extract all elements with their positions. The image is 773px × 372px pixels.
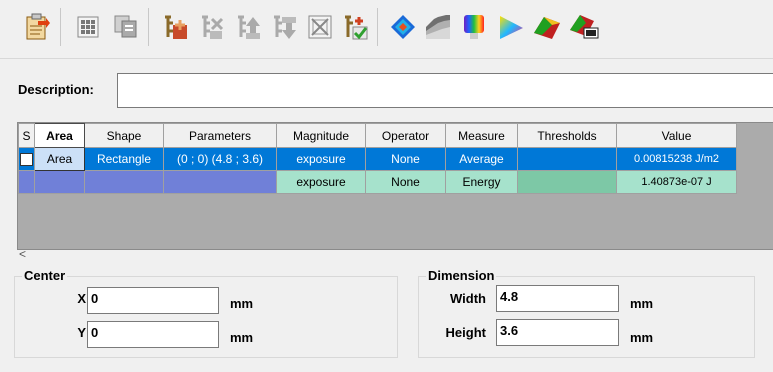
magnitude-cell[interactable]: exposure <box>276 170 366 194</box>
x-label: X <box>77 291 86 306</box>
color-map-icon[interactable] <box>386 10 420 44</box>
measure-cell[interactable]: Energy <box>445 170 518 194</box>
column-header-parameters[interactable]: Parameters <box>163 123 277 148</box>
surface-3d-icon[interactable] <box>530 10 564 44</box>
area-cell[interactable] <box>34 170 85 194</box>
select-checkbox[interactable] <box>18 147 35 171</box>
move-down-icon[interactable] <box>267 10 301 44</box>
thresholds-cell[interactable] <box>517 147 617 171</box>
validate-icon[interactable] <box>338 10 372 44</box>
column-header-shape[interactable]: Shape <box>84 123 164 148</box>
column-header-area[interactable]: Area <box>34 123 85 148</box>
y-input[interactable]: 0 <box>87 321 219 348</box>
grid-icon[interactable] <box>71 10 105 44</box>
column-header-thresholds[interactable]: Thresholds <box>517 123 617 148</box>
parameters-cell[interactable]: (0 ; 0) (4.8 ; 3.6) <box>163 147 277 171</box>
height-label: Height <box>445 325 486 340</box>
histogram-icon[interactable] <box>421 10 455 44</box>
measure-cell[interactable]: Average <box>445 147 518 171</box>
shape-cell[interactable] <box>84 170 164 194</box>
height-unit: mm <box>630 330 654 345</box>
select-cell[interactable] <box>18 170 35 194</box>
color-triangle-icon[interactable] <box>494 10 528 44</box>
copy-icon[interactable] <box>109 10 143 44</box>
move-up-icon[interactable] <box>231 10 265 44</box>
width-input[interactable]: 4.8 <box>496 285 619 312</box>
spectrum-icon[interactable] <box>457 10 491 44</box>
measures-table: S Area Shape Parameters Magnitude Operat… <box>17 122 773 250</box>
thresholds-cell[interactable] <box>517 170 617 194</box>
table-row[interactable]: exposure None Energy 1.40873e-07 J <box>18 170 737 194</box>
dimension-title: Dimension <box>426 268 497 283</box>
magnitude-cell[interactable]: exposure <box>276 147 366 171</box>
area-cell[interactable]: Area <box>34 147 85 171</box>
value-cell[interactable]: 1.40873e-07 J <box>616 170 737 194</box>
horizontal-scrollbar[interactable]: < <box>17 247 773 262</box>
checkbox-icon[interactable] <box>20 153 33 167</box>
clear-icon[interactable] <box>303 10 337 44</box>
value-cell[interactable]: 0.00815238 J/m2 <box>616 147 737 171</box>
operator-cell[interactable]: None <box>365 147 446 171</box>
parameters-cell[interactable] <box>163 170 277 194</box>
table-row[interactable]: Area Rectangle (0 ; 0) (4.8 ; 3.6) expos… <box>18 147 737 171</box>
y-unit: mm <box>230 330 254 345</box>
scroll-left-icon[interactable]: < <box>19 247 26 261</box>
column-header-operator[interactable]: Operator <box>365 123 446 148</box>
x-input[interactable]: 0 <box>87 287 219 314</box>
remove-measure-icon[interactable] <box>195 10 229 44</box>
table-header: S Area Shape Parameters Magnitude Operat… <box>18 123 737 148</box>
column-header-measure[interactable]: Measure <box>445 123 518 148</box>
width-unit: mm <box>630 296 654 311</box>
width-label: Width <box>450 291 486 306</box>
height-input[interactable]: 3.6 <box>496 319 619 346</box>
column-header-s[interactable]: S <box>18 123 35 148</box>
add-measure-icon[interactable] <box>158 10 192 44</box>
center-title: Center <box>22 268 68 283</box>
shape-cell[interactable]: Rectangle <box>84 147 164 171</box>
description-label: Description: <box>18 82 94 97</box>
operator-cell[interactable]: None <box>365 170 446 194</box>
description-input[interactable] <box>117 73 773 108</box>
import-icon[interactable] <box>20 10 54 44</box>
toolbar <box>0 0 773 58</box>
column-header-magnitude[interactable]: Magnitude <box>276 123 366 148</box>
x-unit: mm <box>230 296 254 311</box>
column-header-value[interactable]: Value <box>616 123 737 148</box>
surface-display-icon[interactable] <box>567 10 601 44</box>
y-label: Y <box>77 325 86 340</box>
